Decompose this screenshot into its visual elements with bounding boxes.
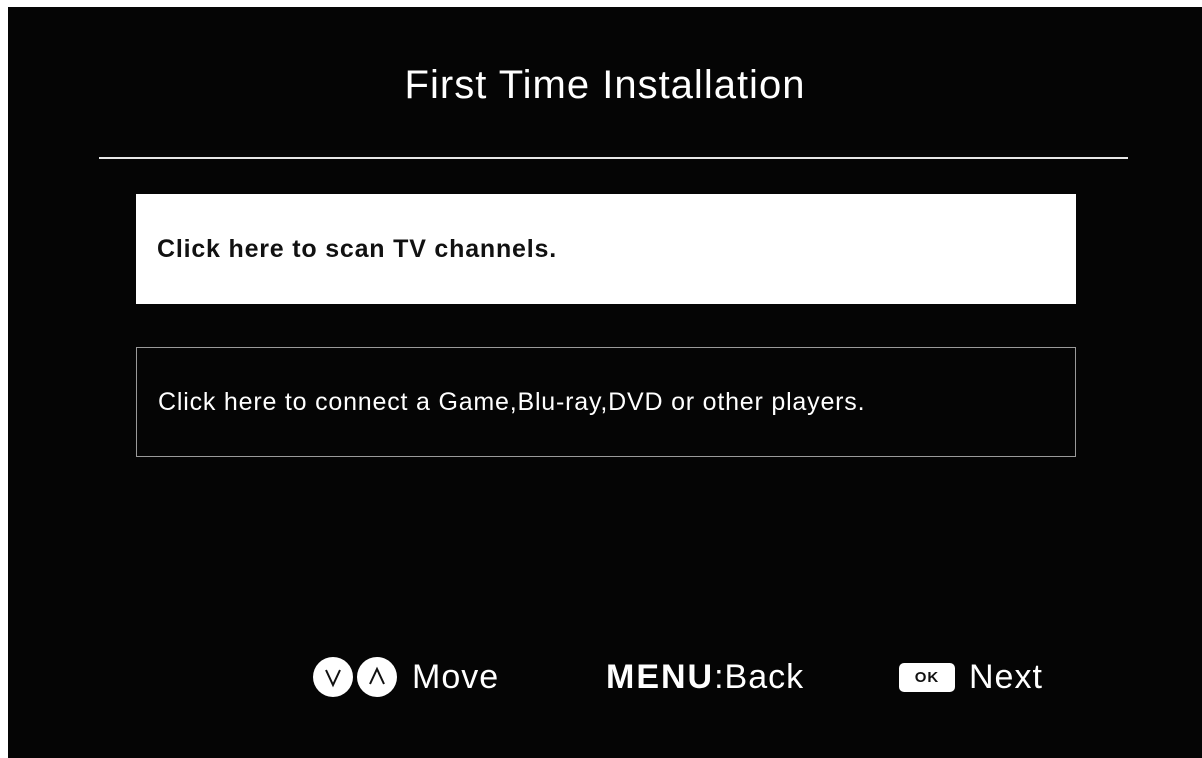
header-divider xyxy=(99,157,1128,159)
connect-players-label: Click here to connect a Game,Blu-ray,DVD… xyxy=(158,387,866,416)
tv-screen: First Time Installation Click here to sc… xyxy=(8,7,1202,758)
scan-channels-option[interactable]: Click here to scan TV channels. xyxy=(136,194,1076,304)
move-label: Move xyxy=(412,657,500,696)
next-hint: OK Next xyxy=(899,653,1043,701)
connect-players-option[interactable]: Click here to connect a Game,Blu-ray,DVD… xyxy=(136,347,1076,457)
chevron-down-icon xyxy=(313,657,353,697)
chevron-up-icon xyxy=(357,657,397,697)
back-hint: MENU:Back xyxy=(606,653,804,701)
back-label: :Back xyxy=(714,657,805,696)
page-title: First Time Installation xyxy=(404,63,806,107)
ok-key-icon: OK xyxy=(899,662,955,692)
scan-channels-label: Click here to scan TV channels. xyxy=(157,234,557,263)
next-label: Next xyxy=(969,657,1043,696)
menu-key-label: MENU xyxy=(606,657,715,696)
move-hint: Move xyxy=(313,653,499,701)
